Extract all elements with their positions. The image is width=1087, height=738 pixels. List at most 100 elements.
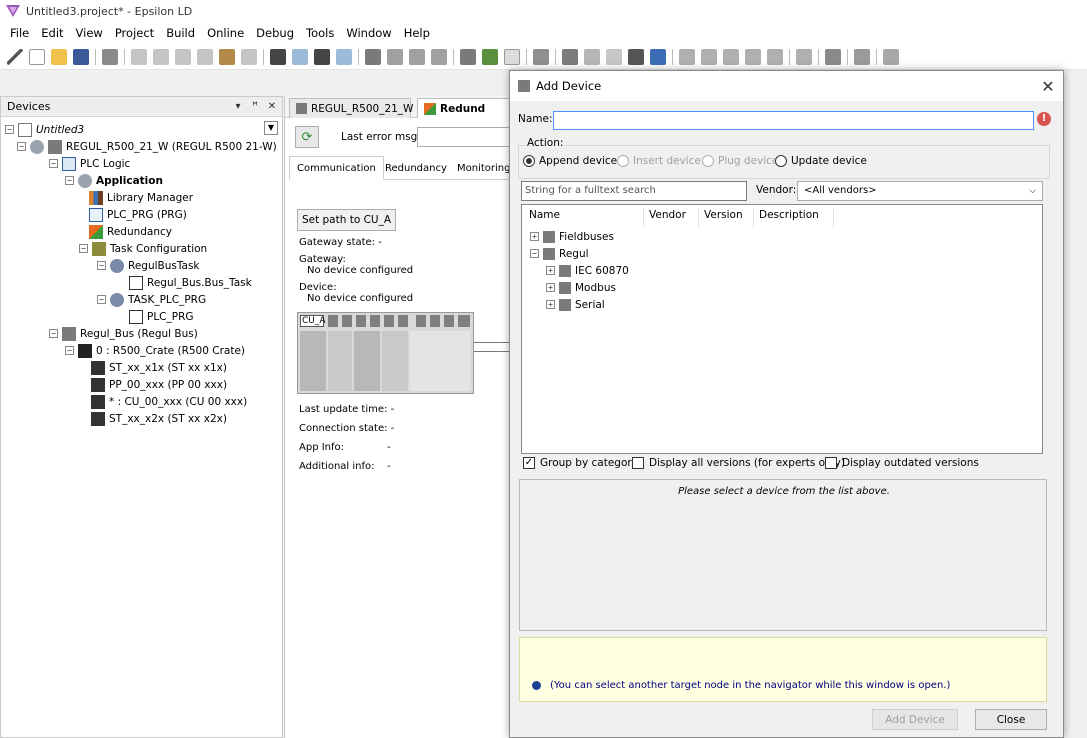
cut-icon[interactable] <box>175 48 191 65</box>
tree-node[interactable]: PLC_PRG <box>129 308 194 325</box>
edit-icon[interactable] <box>883 48 899 65</box>
radio-plug-device[interactable]: Plug device <box>702 155 778 167</box>
tab-redundancy[interactable]: Redund <box>417 98 510 118</box>
delete-icon[interactable] <box>241 48 257 65</box>
compile-icon[interactable] <box>460 48 476 65</box>
tree-node[interactable]: * : CU_00_xxx (CU 00 xxx) <box>91 393 247 410</box>
list-item[interactable]: − Regul <box>530 245 589 262</box>
find-icon[interactable] <box>270 48 286 65</box>
replace-in-project-icon[interactable] <box>336 48 352 65</box>
close-button[interactable]: Close <box>975 709 1047 730</box>
new-file-icon[interactable] <box>29 48 45 65</box>
menu-debug[interactable]: Debug <box>250 26 300 40</box>
collapse-icon[interactable]: − <box>530 249 539 258</box>
list-item[interactable]: + Serial <box>546 296 605 313</box>
pointer-icon[interactable] <box>7 48 23 65</box>
radio-update-device[interactable]: Update device <box>775 155 867 167</box>
tree-node[interactable]: PP_00_xxx (PP 00 xxx) <box>91 376 227 393</box>
step-out-icon[interactable] <box>723 48 739 65</box>
menu-online[interactable]: Online <box>201 26 250 40</box>
tree-node[interactable]: ST_xx_x1x (ST xx x1x) <box>91 359 227 376</box>
bookmark-icon[interactable] <box>365 48 381 65</box>
tab-regul-r500[interactable]: REGUL_R500_21_W <box>289 98 413 118</box>
collapse-icon[interactable]: − <box>49 159 58 168</box>
calculator-icon[interactable] <box>533 48 549 65</box>
new-item-icon[interactable] <box>504 48 520 65</box>
menu-help[interactable]: Help <box>398 26 436 40</box>
radio-append-device[interactable]: Append device <box>523 155 617 167</box>
collapse-icon[interactable]: − <box>5 125 14 134</box>
menu-window[interactable]: Window <box>340 26 397 40</box>
tree-node[interactable]: − Task Configuration <box>79 240 207 257</box>
write-values-icon[interactable] <box>854 48 870 65</box>
tree-node[interactable]: − 0 : R500_Crate (R500 Crate) <box>65 342 245 359</box>
column-vendor[interactable]: Vendor <box>644 209 699 227</box>
checkbox-display-all-versions[interactable]: Display all versions (for experts only) <box>632 457 845 469</box>
tree-node[interactable]: − Untitled3 <box>5 121 84 138</box>
vendor-select[interactable]: <All vendors> ⌵ <box>797 181 1043 201</box>
forward-icon[interactable] <box>796 48 812 65</box>
tree-node[interactable]: − Regul_Bus (Regul Bus) <box>49 325 198 342</box>
refresh-button[interactable]: ⟳ <box>295 126 319 148</box>
menu-tools[interactable]: Tools <box>300 26 340 40</box>
stop-icon[interactable] <box>628 48 644 65</box>
list-item[interactable]: + Fieldbuses <box>530 228 614 245</box>
fulltext-search-input[interactable]: String for a fulltext search <box>521 181 747 201</box>
expand-icon[interactable]: + <box>530 232 539 241</box>
copy-icon[interactable] <box>197 48 213 65</box>
expand-icon[interactable]: + <box>546 283 555 292</box>
column-description[interactable]: Description <box>754 209 834 227</box>
column-name[interactable]: Name <box>524 209 644 227</box>
reset-icon[interactable] <box>650 48 666 65</box>
name-input[interactable] <box>553 111 1034 130</box>
tab-communication[interactable]: Communication <box>289 156 384 180</box>
add-device-button[interactable]: Add Device <box>872 709 958 730</box>
bookmark-next-icon[interactable] <box>387 48 403 65</box>
breakpoint-icon[interactable] <box>745 48 761 65</box>
collapse-icon[interactable]: − <box>79 244 88 253</box>
print-icon[interactable] <box>102 48 118 65</box>
radio-insert-device[interactable]: Insert device <box>617 155 701 167</box>
force-values-icon[interactable] <box>825 48 841 65</box>
tree-node[interactable]: ST_xx_x2x (ST xx x2x) <box>91 410 227 427</box>
collapse-icon[interactable]: − <box>65 346 74 355</box>
step-into-icon[interactable] <box>701 48 717 65</box>
list-item[interactable]: + IEC 60870 <box>546 262 629 279</box>
open-folder-icon[interactable] <box>51 48 67 65</box>
checkbox-group-by-category[interactable]: ✓ Group by category <box>523 457 638 469</box>
tree-node[interactable]: Redundancy <box>89 223 172 240</box>
save-icon[interactable] <box>73 48 89 65</box>
tree-node[interactable]: − TASK_PLC_PRG <box>97 291 206 308</box>
menu-view[interactable]: View <box>70 26 109 40</box>
bookmark-clear-icon[interactable] <box>431 48 447 65</box>
login-icon[interactable] <box>562 48 578 65</box>
expand-icon[interactable]: + <box>546 266 555 275</box>
bookmark-prev-icon[interactable] <box>409 48 425 65</box>
menu-file[interactable]: File <box>4 26 35 40</box>
tree-node[interactable]: PLC_PRG (PRG) <box>89 206 187 223</box>
tab-redundancy-sub[interactable]: Redundancy <box>377 156 455 180</box>
tree-node[interactable]: Library Manager <box>89 189 193 206</box>
collapse-icon[interactable]: − <box>49 329 58 338</box>
collapse-icon[interactable]: − <box>17 142 26 151</box>
tree-node[interactable]: − RegulBusTask <box>97 257 200 274</box>
collapse-icon[interactable]: − <box>97 295 106 304</box>
run-icon[interactable] <box>606 48 622 65</box>
column-version[interactable]: Version <box>699 209 754 227</box>
set-path-button[interactable]: Set path to CU_A <box>297 209 396 231</box>
panel-menu-icon[interactable]: ▾ <box>231 101 245 112</box>
redo-icon[interactable] <box>153 48 169 65</box>
tree-node[interactable]: − REGUL_R500_21_W (REGUL R500 21-W) <box>17 138 277 155</box>
build-icon[interactable] <box>482 48 498 65</box>
menu-build[interactable]: Build <box>160 26 201 40</box>
tree-node[interactable]: − PLC Logic <box>49 155 130 172</box>
panel-close-icon[interactable]: ✕ <box>265 101 279 112</box>
menu-edit[interactable]: Edit <box>35 26 69 40</box>
undo-icon[interactable] <box>131 48 147 65</box>
menu-project[interactable]: Project <box>109 26 160 40</box>
expand-icon[interactable]: + <box>546 300 555 309</box>
tree-node[interactable]: − Application <box>65 172 163 189</box>
pin-icon[interactable]: ꟸ <box>248 101 262 112</box>
find-in-project-icon[interactable] <box>314 48 330 65</box>
step-over-icon[interactable] <box>679 48 695 65</box>
